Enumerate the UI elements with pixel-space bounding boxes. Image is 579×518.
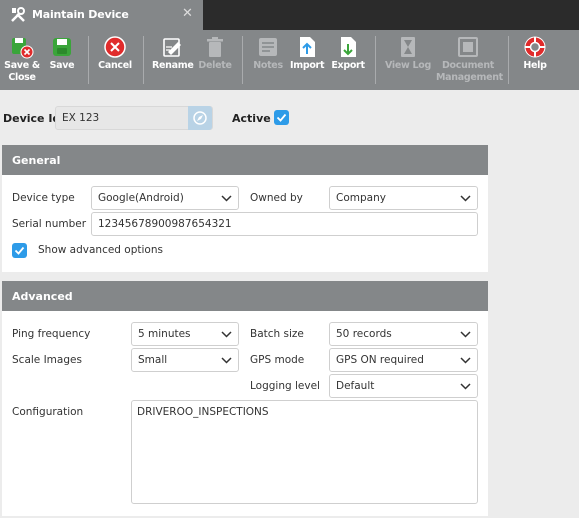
check-icon	[14, 246, 25, 255]
save-button[interactable]: Save	[46, 30, 78, 90]
document-management-label: Document Management	[436, 60, 503, 83]
logging-level-label: Logging level	[250, 380, 320, 392]
owned-by-select[interactable]: Company	[329, 186, 478, 210]
serial-number-input[interactable]: 12345678900987654321	[91, 212, 478, 236]
save-close-button[interactable]: Save & Close	[4, 30, 40, 90]
scale-images-select[interactable]: Small	[131, 348, 239, 372]
toolbar-divider	[88, 36, 89, 84]
chevron-down-icon	[460, 383, 471, 390]
rename-button[interactable]: Rename	[152, 30, 194, 90]
chevron-down-icon	[460, 331, 471, 338]
toolbar: Save & Close Save Cancel Rename Delete N…	[0, 30, 579, 90]
tools-icon	[10, 7, 26, 23]
device-type-value: Google(Android)	[98, 192, 184, 204]
gps-mode-select[interactable]: GPS ON required	[329, 348, 478, 372]
chevron-down-icon	[221, 331, 232, 338]
chevron-down-icon	[221, 357, 232, 364]
chevron-down-icon	[460, 357, 471, 364]
ping-frequency-value: 5 minutes	[138, 328, 191, 340]
save-close-icon	[12, 38, 34, 59]
advanced-options-label: Show advanced options	[38, 244, 163, 256]
help-label: Help	[523, 60, 547, 71]
notes-icon	[259, 38, 277, 56]
owned-by-value: Company	[336, 192, 386, 204]
close-icon[interactable]: ✕	[182, 6, 193, 21]
notes-button[interactable]: Notes	[250, 30, 286, 90]
toolbar-divider	[508, 36, 509, 84]
batch-size-value: 50 records	[336, 328, 392, 340]
ping-frequency-select[interactable]: 5 minutes	[131, 322, 239, 346]
lifebuoy-icon	[524, 36, 546, 58]
view-log-label: View Log	[385, 60, 431, 71]
cancel-icon	[104, 36, 126, 58]
cancel-label: Cancel	[98, 60, 132, 71]
batch-size-label: Batch size	[250, 328, 304, 340]
device-id-label: Device Id	[3, 112, 61, 125]
chevron-down-icon	[221, 195, 232, 202]
import-button[interactable]: Import	[290, 30, 324, 90]
rename-icon	[163, 38, 181, 57]
active-checkbox[interactable]	[274, 110, 289, 125]
title-bar: Maintain Device ✕	[0, 0, 579, 30]
ping-frequency-label: Ping frequency	[12, 328, 91, 340]
active-label: Active	[232, 112, 271, 125]
window-tab[interactable]: Maintain Device ✕	[0, 0, 203, 30]
save-close-label: Save & Close	[4, 60, 40, 83]
gps-mode-label: GPS mode	[250, 354, 305, 366]
delete-label: Delete	[198, 60, 232, 71]
advanced-options-checkbox[interactable]	[12, 243, 27, 258]
document-management-button[interactable]: Document Management	[436, 30, 503, 90]
cancel-button[interactable]: Cancel	[96, 30, 134, 90]
serial-number-label: Serial number	[12, 218, 87, 230]
rename-label: Rename	[152, 60, 194, 71]
device-type-label: Device type	[12, 192, 75, 204]
chevron-down-icon	[460, 195, 471, 202]
device-picker-button[interactable]	[188, 106, 212, 130]
export-icon	[341, 37, 356, 57]
import-icon	[300, 37, 315, 57]
window-title: Maintain Device	[32, 8, 129, 21]
notes-label: Notes	[253, 60, 283, 71]
device-type-select[interactable]: Google(Android)	[91, 186, 239, 210]
owned-by-label: Owned by	[250, 192, 303, 204]
delete-button[interactable]: Delete	[197, 30, 233, 90]
scale-images-value: Small	[138, 354, 168, 366]
advanced-section-header: Advanced	[2, 281, 488, 311]
compass-icon	[193, 111, 207, 125]
toolbar-divider	[375, 36, 376, 84]
configuration-label: Configuration	[12, 406, 84, 418]
save-label: Save	[49, 60, 75, 71]
toolbar-divider	[242, 36, 243, 84]
scale-images-label: Scale Images	[12, 354, 82, 366]
export-label: Export	[331, 60, 365, 71]
hourglass-icon	[401, 37, 415, 57]
logging-level-select[interactable]: Default	[329, 374, 478, 398]
gps-mode-value: GPS ON required	[336, 354, 424, 366]
batch-size-select[interactable]: 50 records	[329, 322, 478, 346]
help-button[interactable]: Help	[518, 30, 552, 90]
view-log-button[interactable]: View Log	[385, 30, 431, 90]
toolbar-divider	[143, 36, 144, 84]
import-label: Import	[290, 60, 325, 71]
export-button[interactable]: Export	[331, 30, 365, 90]
logging-level-value: Default	[336, 380, 375, 392]
general-section-header: General	[2, 145, 488, 175]
save-icon	[53, 38, 71, 56]
check-icon	[276, 113, 287, 122]
trash-icon	[207, 37, 223, 57]
configuration-textarea[interactable]: DRIVEROO_INSPECTIONS	[131, 400, 478, 504]
document-icon	[458, 37, 478, 57]
